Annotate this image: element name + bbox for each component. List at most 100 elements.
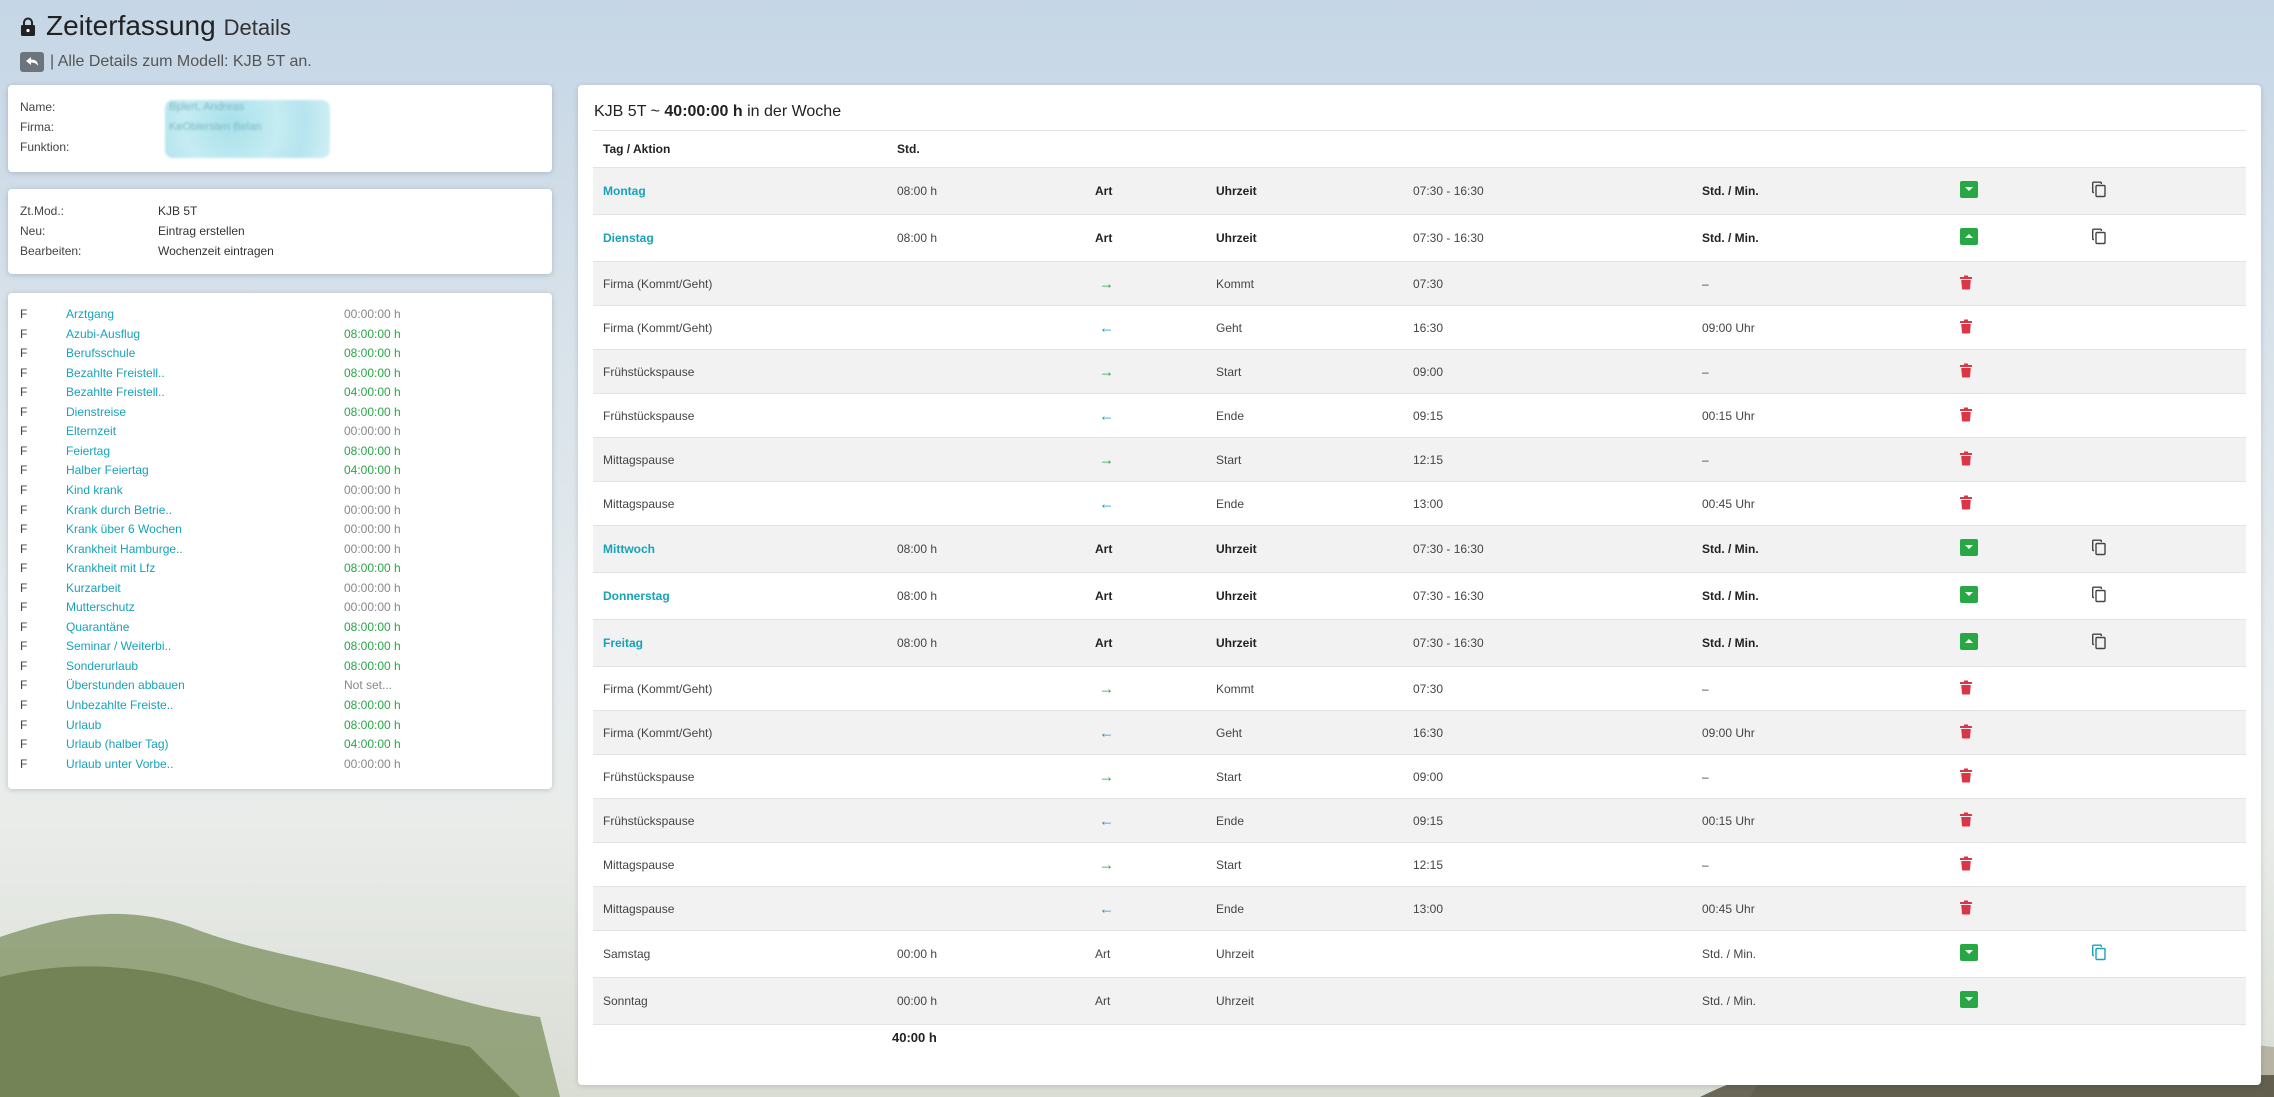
absence-type-link[interactable]: Seminar / Weiterbi.. — [66, 639, 344, 659]
copy-day-button[interactable] — [2092, 228, 2106, 245]
entry-name: Firma (Kommt/Geht) — [603, 320, 713, 335]
copy-day-button[interactable] — [2092, 539, 2106, 556]
col-uhrzeit-label: Uhrzeit — [1216, 542, 1257, 556]
toggle-day-button[interactable] — [1960, 539, 1978, 556]
absence-type-link[interactable]: Krank durch Betrie.. — [66, 503, 344, 523]
day-name[interactable]: Freitag — [603, 636, 643, 650]
toggle-day-button[interactable] — [1960, 633, 1978, 650]
entry-row: Frühstückspause → Start 09:00 – — [593, 350, 2246, 394]
create-entry-link[interactable]: Eintrag erstellen — [158, 224, 245, 238]
panel-suffix: in der Woche — [742, 103, 842, 120]
entry-duration: 00:45 Uhr — [1702, 496, 1755, 511]
day-time-range: 07:30 - 16:30 — [1413, 542, 1484, 556]
absence-row: F Krank über 6 Wochen 00:00:00 h — [20, 522, 540, 542]
absence-type-link[interactable]: Urlaub — [66, 718, 344, 738]
copy-day-button[interactable] — [2092, 181, 2106, 198]
entry-time: 09:00 — [1413, 769, 1444, 784]
toggle-cell — [1960, 991, 1978, 1011]
panel-separator: ~ — [646, 103, 665, 120]
absence-hours: 00:00:00 h — [344, 600, 401, 615]
delete-entry-button[interactable] — [1960, 768, 1972, 783]
toggle-day-button[interactable] — [1960, 944, 1978, 961]
delete-entry-button[interactable] — [1960, 363, 1972, 378]
back-button[interactable] — [20, 52, 44, 72]
absence-type-link[interactable]: Krankheit mit Lfz — [66, 561, 344, 581]
absence-type-link[interactable]: Arztgang — [66, 307, 344, 327]
absence-type-link[interactable]: Sonderurlaub — [66, 659, 344, 679]
delete-entry-button[interactable] — [1960, 319, 1972, 334]
absence-type-link[interactable]: Dienstreise — [66, 405, 344, 425]
absence-type-link[interactable]: Berufsschule — [66, 346, 344, 366]
day-row: Sonntag 00:00 h Art Uhrzeit Std. / Min. — [593, 978, 2246, 1025]
entry-time: 13:00 — [1413, 496, 1444, 511]
absence-type-link[interactable]: Urlaub (halber Tag) — [66, 737, 344, 757]
day-row: Donnerstag 08:00 h Art Uhrzeit 07:30 - 16:30… — [593, 573, 2246, 620]
delete-entry-button[interactable] — [1960, 900, 1972, 915]
delete-entry-button[interactable] — [1960, 407, 1972, 422]
delete-entry-button[interactable] — [1960, 680, 1972, 695]
person-card: Name: Firma: Funktion: Bplert, Andreas K… — [8, 85, 552, 172]
toggle-day-button[interactable] — [1960, 181, 1978, 198]
absence-type-link[interactable]: Unbezahlte Freiste.. — [66, 698, 344, 718]
absence-type-link[interactable]: Bezahlte Freistell.. — [66, 385, 344, 405]
col-stdmin-label: Std. / Min. — [1702, 947, 1757, 961]
day-hours: 08:00 h — [897, 542, 938, 556]
absence-type-link[interactable]: Überstunden abbauen — [66, 678, 344, 698]
copy-day-button[interactable] — [2092, 586, 2106, 603]
edit-weektime-link[interactable]: Wochenzeit eintragen — [158, 244, 274, 258]
delete-entry-button[interactable] — [1960, 724, 1972, 739]
trash-icon — [1960, 275, 1972, 290]
delete-cell — [1960, 724, 1972, 741]
absence-hours: 08:00:00 h — [344, 717, 401, 732]
absence-row: F Elternzeit 00:00:00 h — [20, 424, 540, 444]
absence-type-link[interactable]: Urlaub unter Vorbe.. — [66, 757, 344, 777]
absence-row: F Quarantäne 08:00:00 h — [20, 620, 540, 640]
absence-hours: 00:00:00 h — [344, 482, 401, 497]
absence-type-link[interactable]: Halber Feiertag — [66, 463, 344, 483]
name-label: Name: — [20, 100, 56, 114]
absence-flag: F — [20, 482, 28, 497]
absence-type-link[interactable]: Kurzarbeit — [66, 581, 344, 601]
absence-hours: 08:00:00 h — [344, 658, 401, 673]
copy-day-button[interactable] — [2092, 633, 2106, 650]
delete-entry-button[interactable] — [1960, 856, 1972, 871]
absence-type-link[interactable]: Mutterschutz — [66, 600, 344, 620]
toggle-day-button[interactable] — [1960, 991, 1978, 1008]
delete-entry-button[interactable] — [1960, 451, 1972, 466]
day-name[interactable]: Donnerstag — [603, 589, 670, 603]
entry-duration: 00:15 Uhr — [1702, 408, 1755, 423]
entry-kind: Kommt — [1216, 276, 1255, 291]
entry-name: Firma (Kommt/Geht) — [603, 276, 713, 291]
absence-type-link[interactable]: Krank über 6 Wochen — [66, 522, 344, 542]
day-name[interactable]: Dienstag — [603, 231, 654, 245]
day-hours: 08:00 h — [897, 589, 938, 603]
toggle-day-button[interactable] — [1960, 228, 1978, 245]
entry-name: Frühstückspause — [603, 364, 695, 379]
delete-cell — [1960, 768, 1972, 785]
absence-type-link[interactable]: Elternzeit — [66, 424, 344, 444]
delete-cell — [1960, 319, 1972, 336]
absence-type-link[interactable]: Bezahlte Freistell.. — [66, 366, 344, 386]
delete-cell — [1960, 856, 1972, 873]
absence-type-link[interactable]: Azubi-Ausflug — [66, 327, 344, 347]
entry-kind: Start — [1216, 769, 1242, 784]
model-card: Zt.Mod.: KJB 5T Neu: Eintrag erstellen B… — [8, 189, 552, 274]
absence-type-link[interactable]: Feiertag — [66, 444, 344, 464]
page-title-sub: Details — [223, 15, 291, 40]
day-name[interactable]: Montag — [603, 184, 646, 198]
trash-icon — [1960, 495, 1972, 510]
absence-hours: 08:00:00 h — [344, 698, 401, 712]
copy-day-button[interactable] — [2092, 944, 2106, 961]
entry-time: 12:15 — [1413, 452, 1444, 467]
entry-time: 09:15 — [1413, 813, 1444, 828]
absence-type-link[interactable]: Quarantäne — [66, 620, 344, 640]
delete-entry-button[interactable] — [1960, 275, 1972, 290]
day-hours: 08:00 h — [897, 184, 938, 198]
absence-type-link[interactable]: Kind krank — [66, 483, 344, 503]
toggle-day-button[interactable] — [1960, 586, 1978, 603]
absence-row: F Seminar / Weiterbi.. 08:00:00 h — [20, 639, 540, 659]
day-name[interactable]: Mittwoch — [603, 542, 655, 556]
delete-entry-button[interactable] — [1960, 812, 1972, 827]
absence-type-link[interactable]: Krankheit Hamburge.. — [66, 542, 344, 562]
delete-entry-button[interactable] — [1960, 495, 1972, 510]
